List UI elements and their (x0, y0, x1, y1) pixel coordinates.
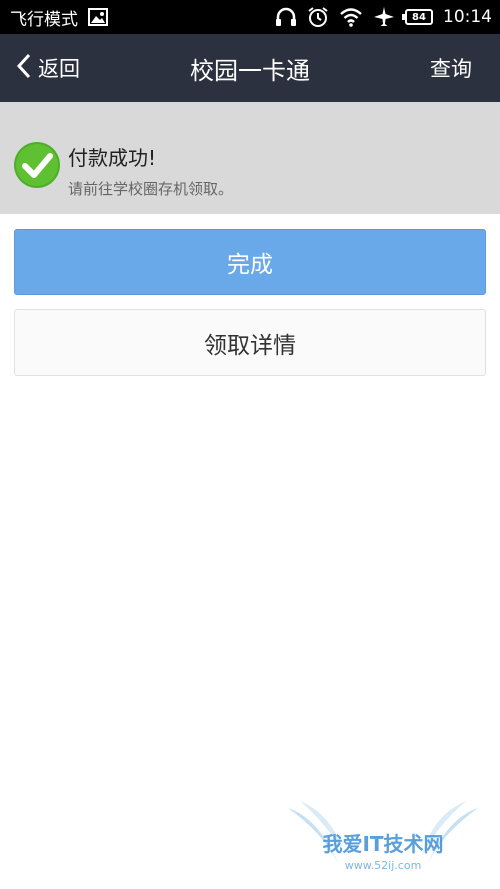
airplane-icon (373, 6, 395, 28)
chevron-left-icon (16, 53, 32, 84)
done-button[interactable]: 完成 (14, 229, 486, 295)
wifi-icon (339, 7, 363, 27)
query-button[interactable]: 查询 (430, 34, 472, 102)
status-bar: 飞行模式 84 10:14 (0, 0, 500, 34)
headphones-icon (275, 7, 297, 27)
back-label: 返回 (38, 57, 80, 81)
back-button[interactable]: 返回 (16, 34, 80, 102)
battery-icon: 84 (402, 9, 433, 25)
clock-time: 10:14 (443, 7, 492, 27)
pickup-detail-button[interactable]: 领取详情 (14, 309, 486, 376)
airplane-mode-label: 飞行模式 (10, 9, 78, 30)
svg-text:我爱IT技术网: 我爱IT技术网 (322, 832, 443, 856)
result-subtitle: 请前往学校圈存机领取。 (68, 180, 234, 198)
svg-text:www.52ij.com: www.52ij.com (345, 859, 422, 872)
watermark-logo: 我爱IT技术网 www.52ij.com (278, 793, 488, 883)
check-circle-icon (14, 142, 60, 188)
image-icon (88, 8, 108, 26)
nav-bar: 返回 校园一卡通 查询 (0, 34, 500, 102)
result-title: 付款成功! (68, 146, 157, 170)
alarm-icon (307, 6, 329, 28)
